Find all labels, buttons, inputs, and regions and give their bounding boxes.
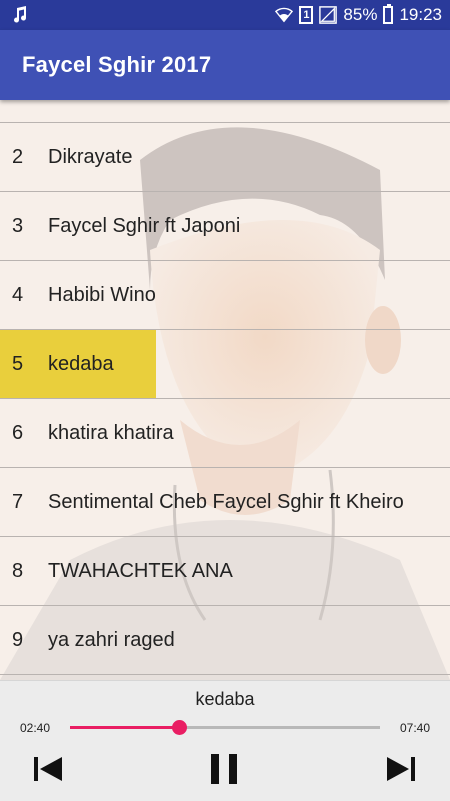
pause-icon[interactable] (208, 751, 240, 787)
track-number: 5 (12, 352, 24, 375)
track-title: Sentimental Cheb Faycel Sghir ft Kheiro (48, 490, 404, 513)
signal-icon (319, 6, 338, 24)
sim-icon: 1 (299, 6, 314, 24)
seek-bar[interactable] (70, 720, 380, 735)
track-number: 6 (12, 421, 24, 444)
track-row[interactable]: 5 kedaba (0, 330, 450, 399)
track-list: 2 Dikrayate 3 Faycel Sghir ft Japoni 4 Habibi… (0, 100, 450, 675)
track-number: 3 (12, 214, 24, 237)
track-row[interactable]: 6 khatira khatira (0, 399, 450, 468)
track-number: 9 (12, 628, 24, 651)
app-bar: Faycel Sghir 2017 (0, 30, 450, 100)
track-number: 4 (12, 283, 24, 306)
total-duration: 07:40 (399, 721, 430, 735)
seek-progress (70, 726, 179, 729)
track-title: Habibi Wino (48, 283, 156, 306)
player-bar: kedaba 02:40 07:40 (0, 680, 450, 801)
elapsed-time: 02:40 (20, 721, 51, 735)
track-row[interactable]: 8 TWAHACHTEK ANA (0, 537, 450, 606)
battery-percent: 85% (343, 5, 378, 24)
track-number: 7 (12, 490, 24, 513)
track-row[interactable]: 9 ya zahri raged (0, 606, 450, 675)
status-bar: 1 85% 19:23 (0, 0, 450, 30)
now-playing-title: kedaba (195, 689, 255, 709)
track-title: khatira khatira (48, 421, 174, 444)
seek-thumb[interactable] (171, 720, 187, 735)
previous-icon[interactable] (32, 751, 64, 787)
track-title: Faycel Sghir ft Japoni (48, 214, 241, 237)
track-title: Dikrayate (48, 145, 133, 168)
track-row[interactable]: 3 Faycel Sghir ft Japoni (0, 192, 450, 261)
battery-icon (383, 4, 394, 24)
wifi-icon (275, 7, 294, 23)
track-title: ya zahri raged (48, 628, 175, 651)
track-title: kedaba (48, 352, 114, 375)
track-title: TWAHACHTEK ANA (48, 559, 233, 582)
next-icon[interactable] (385, 751, 417, 787)
music-note-icon (14, 6, 27, 23)
list-item-partial[interactable] (0, 100, 450, 123)
track-number: 2 (12, 145, 24, 168)
track-row[interactable]: 2 Dikrayate (0, 123, 450, 192)
track-number: 8 (12, 559, 24, 582)
track-list-area[interactable]: 2 Dikrayate 3 Faycel Sghir ft Japoni 4 Habibi… (0, 100, 450, 680)
app-title: Faycel Sghir 2017 (22, 52, 212, 77)
track-row[interactable]: 7 Sentimental Cheb Faycel Sghir ft Kheiro (0, 468, 450, 537)
clock: 19:23 (399, 5, 442, 24)
track-row[interactable]: 4 Habibi Wino (0, 261, 450, 330)
